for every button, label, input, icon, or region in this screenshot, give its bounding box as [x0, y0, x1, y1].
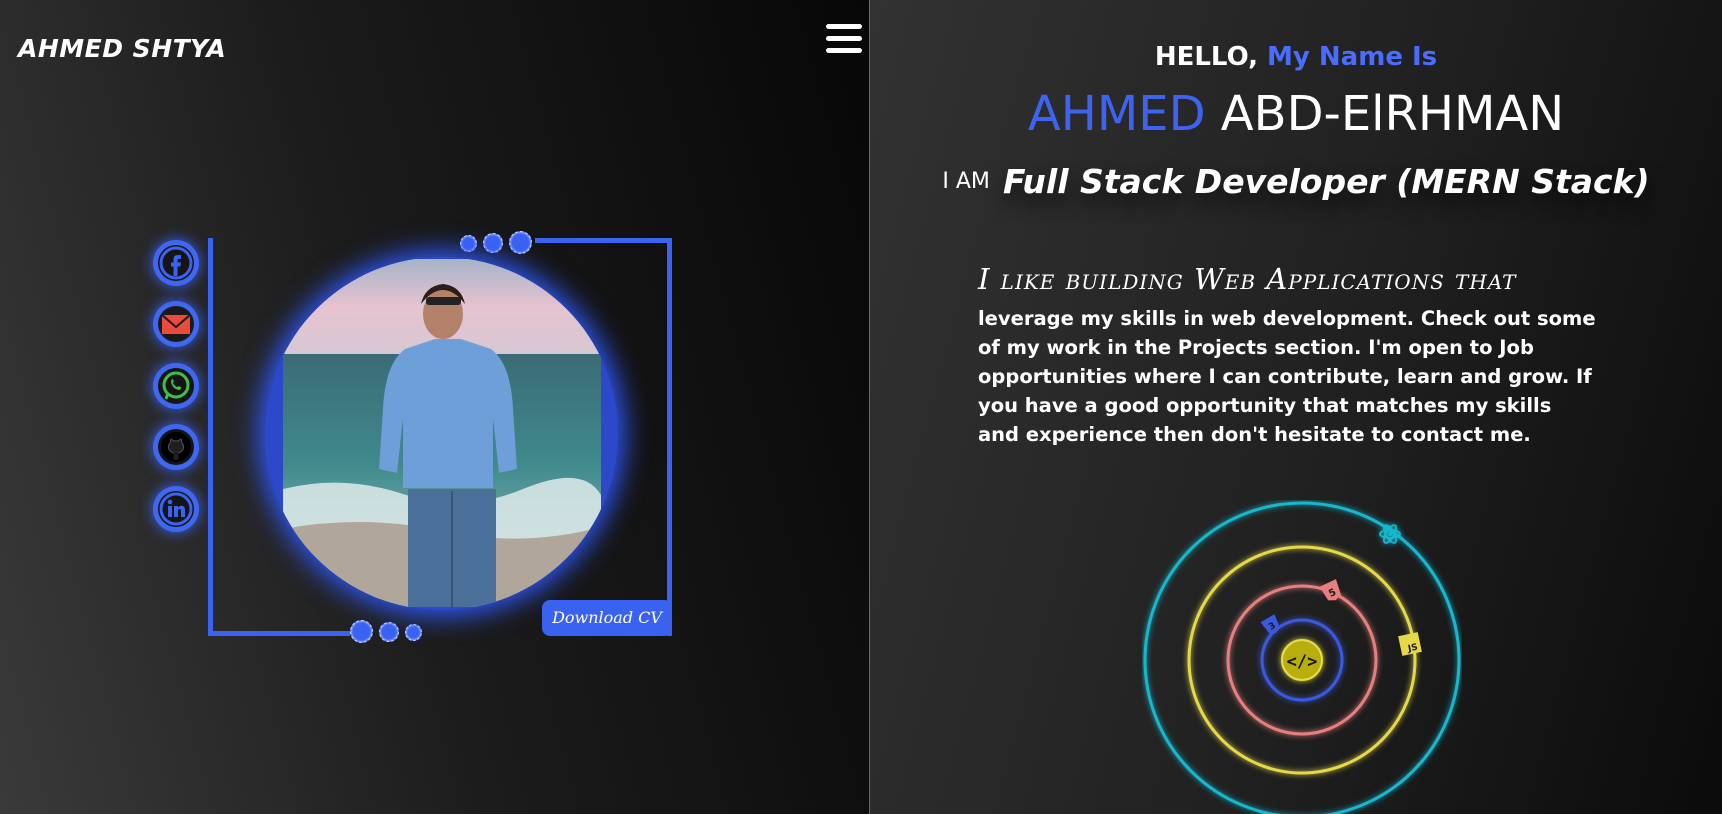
last-name: ABD-ElRHMAN — [1220, 86, 1565, 142]
greeting: HELLO, My Name Is — [870, 42, 1722, 72]
whatsapp-link[interactable] — [153, 363, 199, 409]
profile-photo — [283, 259, 601, 607]
hamburger-icon[interactable] — [826, 24, 862, 60]
facebook-link[interactable] — [153, 240, 199, 286]
first-name: AHMED — [1027, 86, 1206, 142]
decor-dot — [460, 235, 477, 252]
whatsapp-icon — [162, 371, 190, 400]
decor-dot — [509, 231, 532, 254]
greeting-name-is: My Name Is — [1267, 42, 1438, 72]
intro-panel: HELLO, My Name Is AHMED ABD-ElRHMAN I AM… — [870, 0, 1722, 814]
intro-body: leverage my skills in web development. C… — [978, 307, 1596, 446]
javascript-icon: JS — [1398, 632, 1422, 656]
site-logo[interactable]: AHMED SHTYA — [18, 34, 226, 63]
code-icon-label: </> — [1287, 652, 1318, 672]
github-link[interactable] — [153, 424, 199, 470]
decor-dot — [379, 622, 399, 642]
profile-photo-frame — [265, 257, 618, 610]
github-icon — [161, 432, 191, 462]
greeting-hello: HELLO, — [1154, 42, 1258, 72]
download-cv-button[interactable]: Download CV — [542, 600, 672, 636]
intro-heading: I like building Web Applications that — [978, 262, 1517, 296]
role-line: I AM Full Stack Developer (MERN Stack) — [870, 162, 1722, 201]
email-link[interactable] — [153, 301, 199, 347]
linkedin-link[interactable] — [153, 486, 199, 532]
decor-dot — [350, 620, 373, 643]
decor-dot — [483, 233, 503, 253]
frame-line — [535, 238, 672, 243]
javascript-icon-label: JS — [1406, 643, 1419, 655]
profile-panel: AHMED SHTYA Download CV — [0, 0, 869, 814]
linkedin-icon — [159, 492, 193, 526]
job-title: Full Stack Developer (MERN Stack) — [1003, 162, 1650, 201]
tech-orbit: </> 5 3 JS — [1142, 500, 1462, 814]
i-am-label: I AM — [942, 169, 990, 194]
decor-dot — [405, 624, 422, 641]
full-name: AHMED ABD-ElRHMAN — [870, 86, 1722, 142]
facebook-icon — [159, 246, 193, 280]
mail-icon — [161, 314, 191, 334]
html5-icon: 5 — [1319, 579, 1341, 601]
frame-line — [208, 238, 213, 636]
frame-line — [667, 238, 672, 636]
frame-line — [208, 631, 350, 636]
